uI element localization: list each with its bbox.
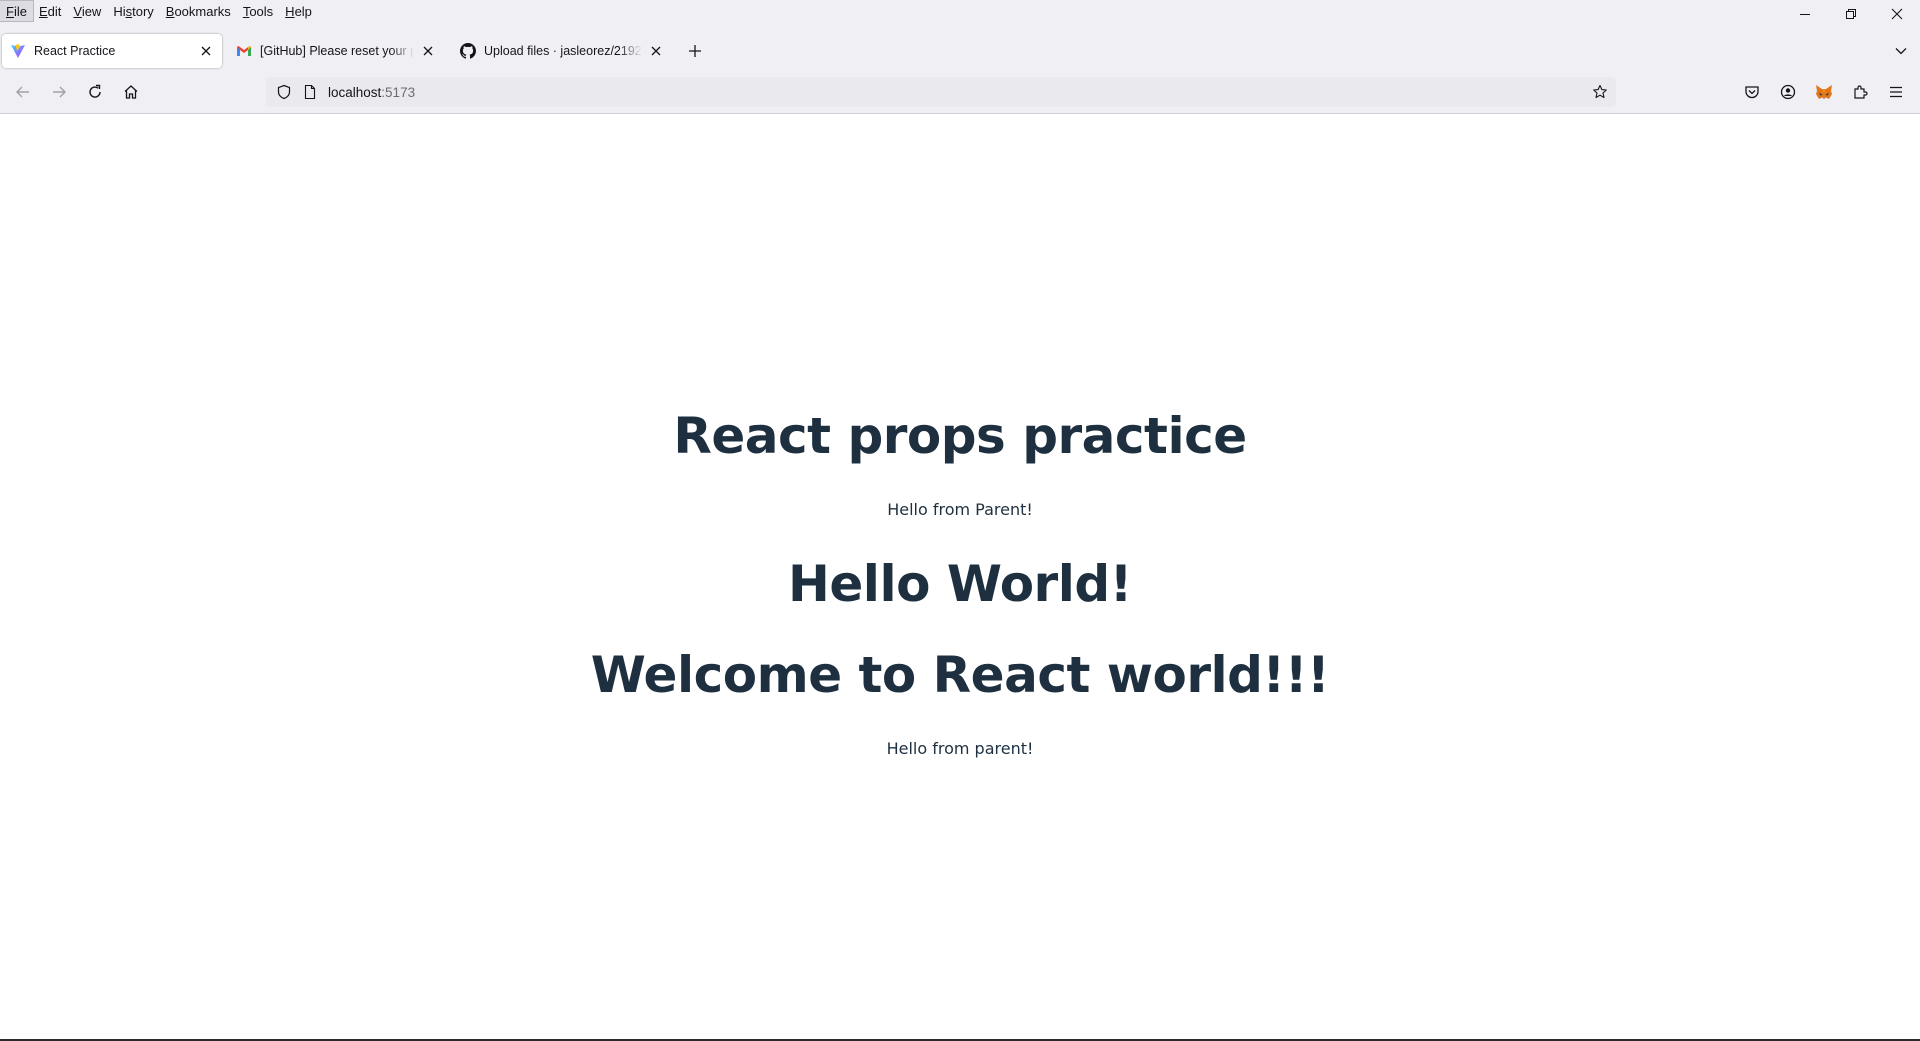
- tab-close-button[interactable]: [420, 43, 436, 59]
- metamask-fox-icon: [1816, 85, 1832, 99]
- tab-upload-files[interactable]: Upload files · jasleorez/2192_6B: [452, 34, 672, 68]
- app-menu-button[interactable]: [1882, 78, 1910, 106]
- tracking-protection-shield-icon[interactable]: [276, 84, 292, 100]
- plus-icon: [689, 45, 701, 57]
- parent-greeting-text-2: Hello from parent!: [886, 739, 1034, 758]
- reload-icon: [89, 84, 101, 98]
- home-icon: [124, 85, 138, 99]
- close-icon: [651, 46, 661, 56]
- back-arrow-icon: [16, 86, 29, 98]
- tab-title: [GitHub] Please reset your pass: [260, 44, 414, 58]
- restore-icon: [1846, 9, 1856, 19]
- pocket-button[interactable]: [1738, 78, 1766, 106]
- tab-close-button[interactable]: [648, 43, 664, 59]
- vite-icon: [10, 43, 26, 59]
- menu-bar: File Edit View History Bookmarks Tools H…: [0, 0, 1920, 22]
- list-all-tabs-button[interactable]: [1890, 40, 1912, 62]
- page-icon[interactable]: [302, 84, 318, 100]
- close-window-button[interactable]: [1874, 0, 1920, 28]
- tab-react-practice[interactable]: React Practice: [2, 34, 222, 68]
- metamask-extension-button[interactable]: [1810, 78, 1838, 106]
- minimize-icon: [1800, 14, 1810, 15]
- menu-edit[interactable]: Edit: [33, 1, 67, 21]
- window-controls: [1782, 0, 1920, 28]
- menu-help[interactable]: Help: [279, 1, 318, 21]
- back-button[interactable]: [9, 78, 37, 106]
- hamburger-menu-icon: [1890, 86, 1902, 98]
- reload-button[interactable]: [81, 78, 109, 106]
- menu-bookmarks[interactable]: Bookmarks: [160, 1, 237, 21]
- pocket-icon: [1745, 86, 1759, 99]
- forward-arrow-icon: [53, 86, 66, 98]
- close-icon: [423, 46, 433, 56]
- github-icon: [460, 43, 476, 59]
- tab-title: Upload files · jasleorez/2192_6B: [484, 44, 642, 58]
- close-icon: [201, 46, 211, 56]
- hello-world-heading: Hello World!: [788, 555, 1132, 613]
- menu-history[interactable]: History: [107, 1, 159, 21]
- new-tab-button[interactable]: [684, 40, 706, 62]
- minimize-button[interactable]: [1782, 0, 1828, 28]
- tab-close-button[interactable]: [198, 43, 214, 59]
- extensions-button[interactable]: [1846, 78, 1874, 106]
- url-text: localhost:5173: [328, 84, 416, 100]
- tab-github-reset[interactable]: [GitHub] Please reset your pass: [228, 34, 444, 68]
- address-bar[interactable]: localhost:5173: [266, 77, 1616, 107]
- welcome-heading: Welcome to React world!!!: [590, 646, 1330, 704]
- menu-view[interactable]: View: [67, 1, 107, 21]
- home-button[interactable]: [117, 78, 145, 106]
- menu-file[interactable]: File: [0, 0, 34, 22]
- chevron-down-icon: [1895, 48, 1907, 55]
- account-icon: [1780, 84, 1796, 100]
- parent-greeting-text: Hello from Parent!: [887, 500, 1033, 519]
- bookmark-star-icon[interactable]: [1592, 84, 1608, 100]
- browser-chrome: File Edit View History Bookmarks Tools H…: [0, 0, 1920, 114]
- account-button[interactable]: [1774, 78, 1802, 106]
- puzzle-icon: [1854, 85, 1868, 99]
- page-heading-props-practice: React props practice: [673, 407, 1247, 465]
- forward-button[interactable]: [45, 78, 73, 106]
- tab-strip: React Practice [GitHub] Please reset you…: [0, 32, 1920, 68]
- restore-button[interactable]: [1828, 0, 1874, 28]
- tab-title: React Practice: [34, 44, 116, 58]
- menu-tools[interactable]: Tools: [237, 1, 279, 21]
- navigation-toolbar: localhost:5173: [0, 74, 1920, 110]
- gmail-icon: [236, 43, 252, 59]
- page-content: React props practice Hello from Parent! …: [0, 114, 1920, 1039]
- close-icon: [1891, 8, 1903, 20]
